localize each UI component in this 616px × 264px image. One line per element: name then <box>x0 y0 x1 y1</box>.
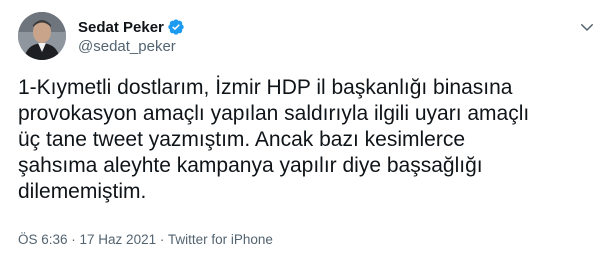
tweet-text-line: provokasyon amaçlı yapılan saldırıyla il… <box>18 102 530 125</box>
chevron-down-icon <box>581 24 593 31</box>
tweet-text-line: şahsıma aleyhte kampanya yapılır diye ba… <box>18 154 483 177</box>
tweet-metadata: ÖS 6:36 · 17 Haz 2021 · Twitter for iPho… <box>18 232 273 247</box>
tweet-header: Sedat Peker @sedat_peker <box>18 12 185 60</box>
avatar-image <box>18 12 66 60</box>
tweet-text-line: üç tane tweet yazmıştım. Ancak bazı kesi… <box>18 128 466 151</box>
author-info: Sedat Peker @sedat_peker <box>78 17 185 55</box>
more-options-button[interactable] <box>576 16 598 38</box>
tweet-card: Sedat Peker @sedat_peker 1-Kıymetli dost… <box>0 0 616 264</box>
tweet-text: 1-Kıymetli dostlarım, İzmir HDP il başka… <box>18 75 588 205</box>
meta-separator: · <box>67 232 80 247</box>
avatar[interactable] <box>18 12 66 60</box>
author-handle[interactable]: @sedat_peker <box>78 38 185 55</box>
tweet-text-line: 1-Kıymetli dostlarım, İzmir HDP il başka… <box>18 76 513 99</box>
tweet-date[interactable]: 17 Haz 2021 <box>80 232 157 247</box>
author-display-name[interactable]: Sedat Peker <box>78 19 164 36</box>
name-row: Sedat Peker <box>78 17 185 37</box>
tweet-time[interactable]: ÖS 6:36 <box>18 232 68 247</box>
meta-separator: · <box>156 232 168 247</box>
tweet-text-line: dilememiştim. <box>18 180 147 203</box>
tweet-source[interactable]: Twitter for iPhone <box>168 232 273 247</box>
verified-badge-icon <box>167 18 185 36</box>
